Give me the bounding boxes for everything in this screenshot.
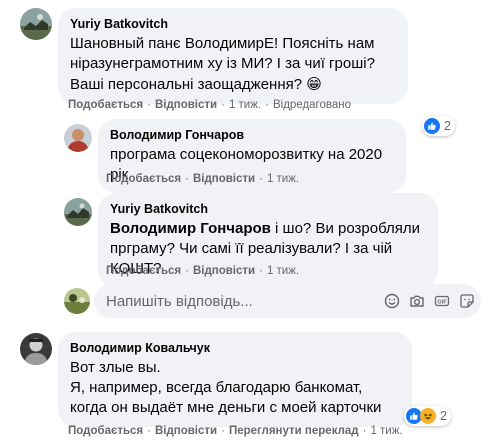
separator: · [147,425,151,437]
avatar-yuriy-1[interactable] [20,8,52,40]
comment-actions-3: Подобається · Відповісти · 1 тиж. [106,264,299,278]
separator: · [147,99,151,111]
separator: · [221,99,225,111]
separator: · [265,99,269,111]
like-link[interactable]: Подобається [106,264,181,278]
timestamp-link[interactable]: 1 тиж. [370,424,402,438]
reaction-summary-1[interactable]: 2 [422,116,455,136]
like-link[interactable]: Подобається [106,172,181,186]
reply-link[interactable]: Відповісти [193,172,255,186]
reply-input[interactable]: Напишіть відповідь... [106,293,375,310]
emoji-smiley-icon[interactable] [384,293,400,309]
reply-link[interactable]: Відповісти [155,98,217,112]
gif-icon[interactable]: GIF [434,293,450,309]
reaction-summary-4[interactable]: 2 [404,406,451,426]
comment-bubble-4: Володимир Ковальчук Вот злые вы. Я, напр… [58,332,412,427]
separator: · [259,265,263,277]
comment-author[interactable]: Володимир Гончаров [110,127,394,143]
edited-label: Відредаговано [272,99,352,111]
comment-text-line-2: Я, например, всегда благодарю банкомат, … [70,379,382,416]
sticker-icon[interactable] [459,293,475,309]
see-translation-link[interactable]: Переглянути переклад [229,424,359,438]
avatar-volodymyr-honcharov[interactable] [64,124,92,152]
reaction-count: 2 [440,409,447,423]
separator: · [362,425,367,437]
comment-actions-2: Подобається · Відповісти · 1 тиж. [106,172,299,186]
avatar-volodymyr-kovalchuk[interactable] [20,333,52,365]
reply-link[interactable]: Відповісти [155,424,217,438]
separator: · [185,265,189,277]
comment-actions-4: Подобається · Відповісти · Переглянути п… [68,424,403,438]
separator: · [259,173,263,185]
comment-text-body: Шановный панє ВолодимирЕ! Поясніть нам н… [70,35,375,93]
avatar-current-user [64,288,90,314]
grin-emoji-icon: 😁 [306,75,322,93]
reply-composer[interactable]: Напишіть відповідь... GIF [94,284,481,318]
like-reaction-icon [424,118,440,134]
separator: · [185,173,189,185]
timestamp-link[interactable]: 1 тиж. [267,172,299,186]
camera-icon[interactable] [409,293,425,309]
comment-author[interactable]: Yuriy Batkovitch [70,16,396,32]
like-link[interactable]: Подобається [68,424,143,438]
comment-actions-1: Подобається · Відповісти · 1 тиж. · Відр… [68,98,351,112]
comment-text-line-1: Вот злые вы. [70,359,161,376]
comment-bubble-1: Yuriy Batkovitch Шановный панє Володимир… [58,8,408,104]
mention-link[interactable]: Володимир Гончаров [110,220,271,237]
comment-author[interactable]: Yuriy Batkovitch [110,201,426,217]
svg-text:GIF: GIF [437,300,447,306]
timestamp-link[interactable]: 1 тиж. [267,264,299,278]
like-link[interactable]: Подобається [68,98,143,112]
reaction-count: 2 [444,119,451,133]
separator: · [221,425,225,437]
haha-reaction-icon [420,408,436,424]
avatar-yuriy-2[interactable] [64,198,92,226]
comment-author[interactable]: Володимир Ковальчук [70,340,400,356]
comment-text: Шановный панє ВолодимирЕ! Поясніть нам н… [70,34,396,95]
timestamp-link[interactable]: 1 тиж. [229,98,261,112]
reply-link[interactable]: Відповісти [193,264,255,278]
